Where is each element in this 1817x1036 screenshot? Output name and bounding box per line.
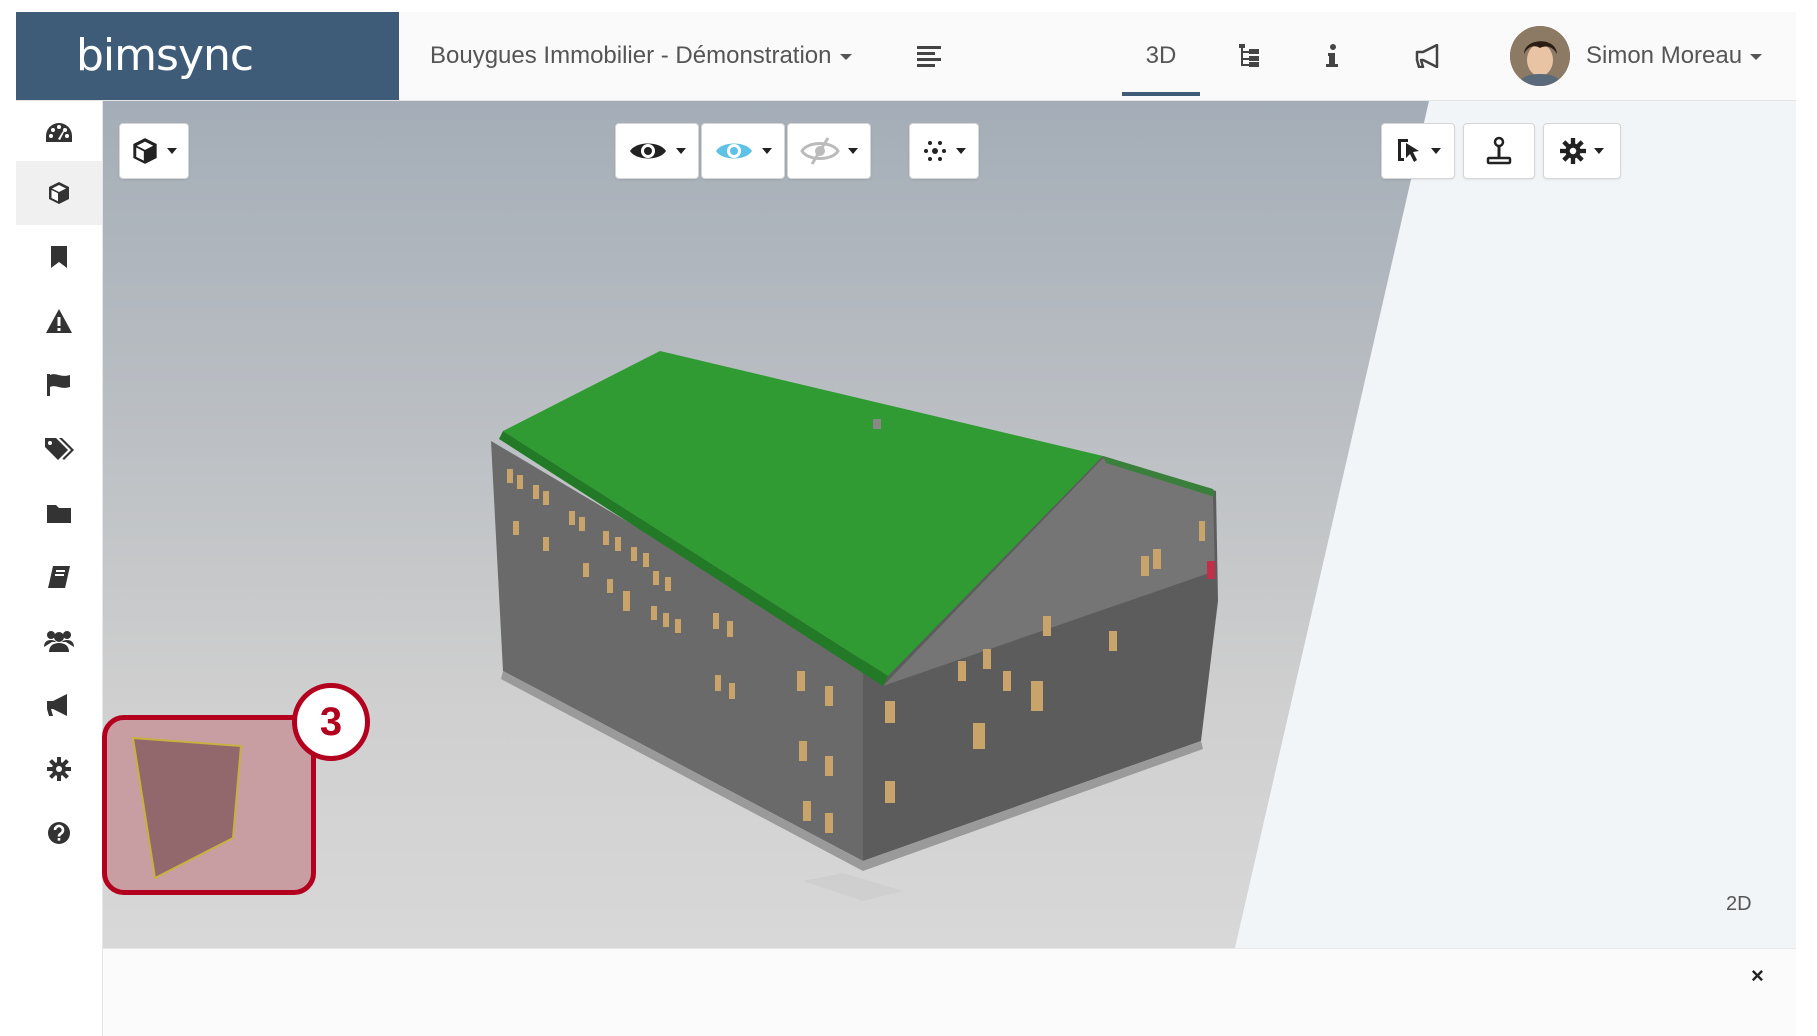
announcements-button[interactable]: [1404, 32, 1454, 80]
show-button[interactable]: [615, 123, 699, 179]
eye-slash-icon: [800, 137, 840, 165]
tree-view-button[interactable]: [1226, 32, 1272, 80]
view-mode-button[interactable]: [119, 123, 189, 179]
navigation-mode-button[interactable]: [1463, 123, 1535, 179]
user-name: Simon Moreau: [1586, 42, 1743, 69]
megaphone-icon: [1415, 44, 1439, 68]
caret-down-icon: [839, 53, 852, 60]
callout-badge: 3: [292, 683, 370, 761]
sidebar-item-dashboard[interactable]: [16, 101, 102, 165]
sidebar-item-announcements[interactable]: [16, 673, 102, 737]
project-selector[interactable]: Bouygues Immobilier - Démonstration: [430, 42, 852, 70]
sidebar-item-flags[interactable]: [16, 353, 102, 417]
list-view-button[interactable]: [906, 32, 952, 80]
book-icon: [48, 566, 70, 588]
help-icon: [48, 822, 70, 844]
select-tool-button[interactable]: [1381, 123, 1455, 179]
sidebar: [16, 101, 103, 1036]
project-name: Bouygues Immobilier - Démonstration: [430, 42, 832, 69]
mode-2d-label[interactable]: 2D: [1726, 893, 1752, 916]
floor-plan-shape: [131, 736, 243, 880]
dashboard-icon: [46, 123, 72, 142]
3d-scene: [491, 101, 1796, 948]
callout-number: 3: [319, 699, 343, 744]
sidebar-item-documents[interactable]: [16, 481, 102, 545]
sidebar-item-bookmarks[interactable]: [16, 225, 102, 289]
cursor-icon: [1398, 139, 1419, 162]
gear-icon: [1560, 138, 1586, 164]
tab-3d[interactable]: 3D: [1122, 32, 1200, 80]
folder-icon: [47, 505, 71, 523]
cube-icon: [133, 138, 157, 164]
info-button[interactable]: [1312, 32, 1352, 80]
avatar[interactable]: [1510, 26, 1570, 86]
sidebar-item-tags[interactable]: [16, 417, 102, 481]
sidebar-item-help[interactable]: [16, 801, 102, 865]
megaphone-icon: [47, 694, 67, 716]
caret-down-icon: [1594, 148, 1604, 154]
caret-down-icon: [1431, 148, 1441, 154]
caret-down-icon: [848, 148, 858, 154]
3d-viewer[interactable]: 2D: [103, 101, 1796, 948]
caret-down-icon: [762, 148, 772, 154]
plan-thumbnail[interactable]: [102, 715, 316, 895]
sidebar-item-members[interactable]: [16, 609, 102, 673]
active-tab-indicator: [1122, 92, 1200, 96]
tree-icon: [1239, 44, 1259, 67]
xray-button[interactable]: [701, 123, 785, 179]
explode-icon: [924, 141, 946, 161]
viewer-settings-button[interactable]: [1543, 123, 1621, 179]
flag-icon: [47, 374, 70, 396]
hide-button[interactable]: [787, 123, 871, 179]
top-bar: bimsync Bouygues Immobilier - Démonstrat…: [16, 12, 1796, 101]
info-icon: [1326, 44, 1338, 67]
sidebar-item-library[interactable]: [16, 545, 102, 609]
caret-down-icon: [1750, 53, 1763, 60]
bookmark-icon: [51, 246, 67, 268]
user-photo: [1510, 26, 1570, 86]
gear-icon: [47, 757, 71, 781]
eye-icon: [630, 143, 666, 159]
sidebar-item-3d-model[interactable]: [16, 161, 102, 225]
user-menu[interactable]: Simon Moreau: [1586, 42, 1763, 70]
caret-down-icon: [956, 148, 966, 154]
warning-icon: [46, 309, 72, 333]
list-lines-icon: [917, 46, 941, 67]
bottom-panel: ×: [103, 948, 1796, 1036]
brand-name: bimsync: [76, 30, 254, 81]
sidebar-item-settings[interactable]: [16, 737, 102, 801]
tab-3d-label: 3D: [1145, 42, 1177, 69]
caret-down-icon: [167, 148, 177, 154]
caret-down-icon: [676, 148, 686, 154]
close-panel-button[interactable]: ×: [1751, 963, 1764, 989]
cube-icon: [49, 182, 69, 204]
tags-icon: [45, 438, 74, 460]
joystick-icon: [1486, 136, 1512, 165]
brand-logo[interactable]: bimsync: [16, 12, 399, 100]
eye-blue-icon: [716, 143, 752, 159]
explode-button[interactable]: [909, 123, 979, 179]
users-icon: [44, 631, 74, 652]
sidebar-item-issues[interactable]: [16, 289, 102, 353]
